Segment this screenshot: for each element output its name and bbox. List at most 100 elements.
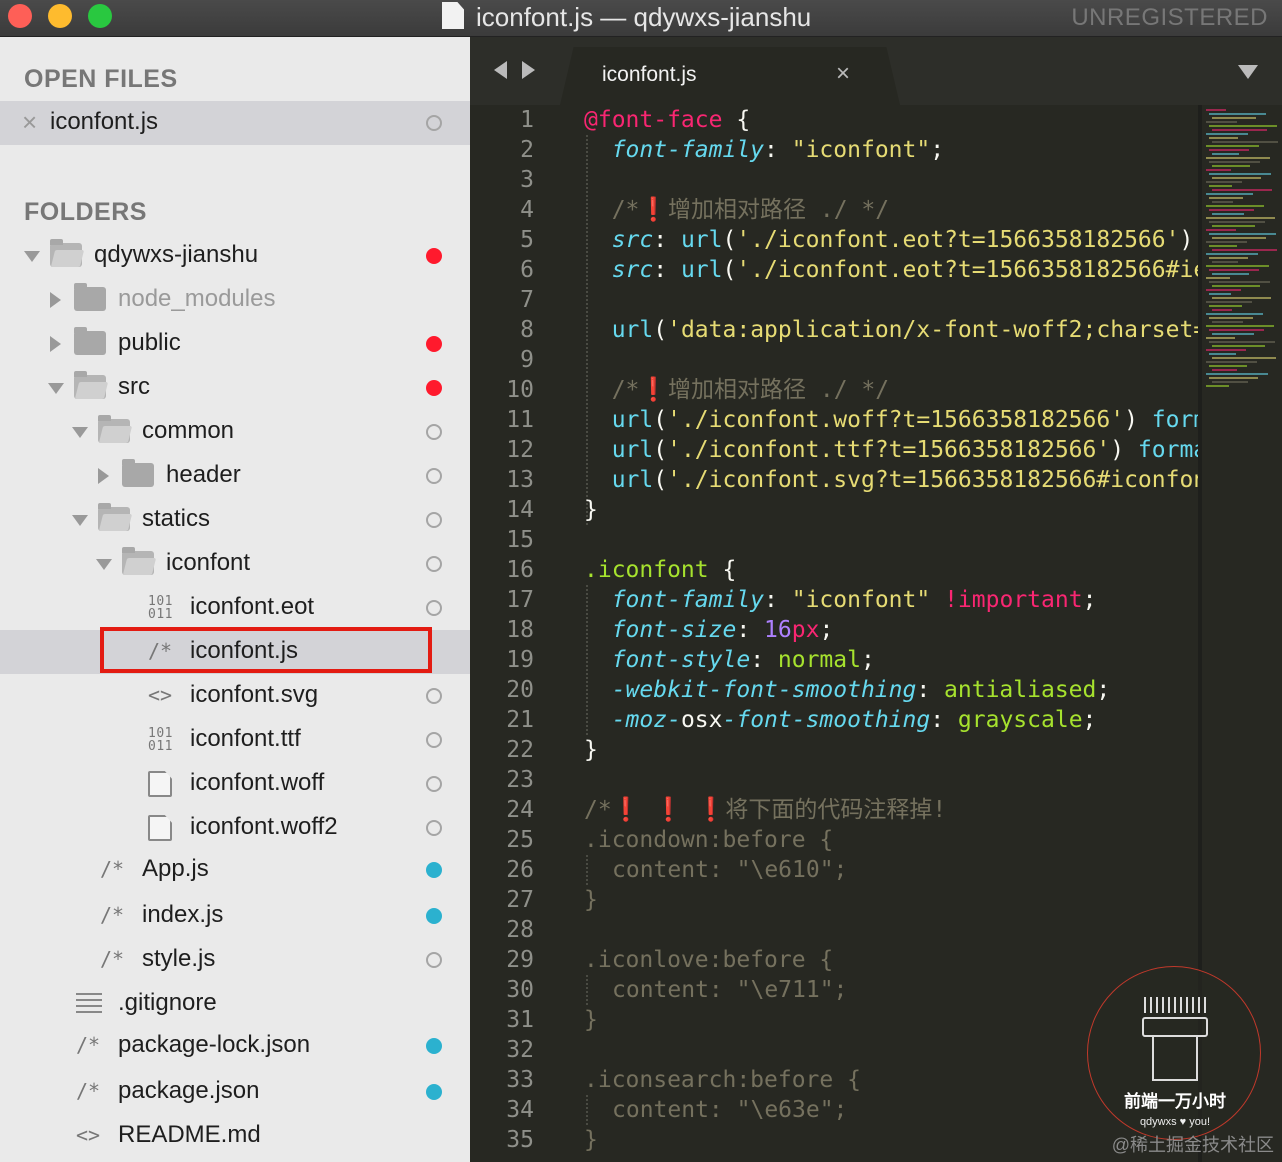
tree-item-app-js[interactable]: /* App.js <box>0 848 470 892</box>
line-number: 10 <box>506 377 534 403</box>
line-number: 34 <box>506 1097 534 1123</box>
status-dot-new <box>426 862 442 878</box>
minimap-line <box>1206 157 1270 159</box>
line-number: 4 <box>520 197 534 223</box>
tree-item-iconfont-folder[interactable]: iconfont <box>0 542 470 586</box>
tree-item-package-lock-json[interactable]: /* package-lock.json <box>0 1024 470 1068</box>
badge-body-graphic <box>1152 1037 1198 1081</box>
line-number: 26 <box>506 857 534 883</box>
tab-label: iconfont.js <box>602 63 697 86</box>
tree-item-header[interactable]: header <box>0 454 470 498</box>
minimap-line <box>1212 285 1260 287</box>
minimap-line <box>1206 277 1230 279</box>
tree-item-package-json[interactable]: /* package.json <box>0 1070 470 1114</box>
tree-item-iconfont-woff2[interactable]: iconfont.woff2 <box>0 806 470 850</box>
minimap-line <box>1212 177 1261 179</box>
code-line: @font-face { <box>584 107 751 133</box>
close-icon[interactable]: × <box>22 105 37 139</box>
chevron-down-icon[interactable] <box>72 427 88 438</box>
minimap-line <box>1212 309 1232 311</box>
tree-item-src[interactable]: src <box>0 366 470 410</box>
tree-item-readme-md[interactable]: <> README.md <box>0 1114 470 1158</box>
chevron-down-icon[interactable] <box>24 251 40 262</box>
minimap-line <box>1209 293 1231 295</box>
code-line: font-family: "iconfont"; <box>611 137 945 163</box>
tree-item-public[interactable]: public <box>0 322 470 366</box>
status-dot <box>426 512 442 528</box>
tree-item-gitignore[interactable]: .gitignore <box>0 982 470 1026</box>
minimap-line <box>1212 201 1233 203</box>
window-minimize-button[interactable] <box>48 4 72 28</box>
watermark-badge-logo: 前端一万小时 qdywxs ♥ you! <box>1087 966 1261 1140</box>
minimap-line <box>1209 377 1258 379</box>
status-dot <box>426 952 442 968</box>
js-file-icon: /* <box>100 857 125 881</box>
open-file-item[interactable]: × iconfont.js <box>0 101 470 145</box>
code-line: .iconfont { <box>584 557 737 583</box>
tab-iconfont-js[interactable]: iconfont.js × <box>560 47 900 105</box>
minimap-line <box>1212 333 1254 335</box>
indent-guide <box>586 975 588 1005</box>
status-dot-modified <box>426 336 442 352</box>
tree-item-iconfont-ttf[interactable]: 101 011 iconfont.ttf <box>0 718 470 762</box>
chevron-down-icon[interactable] <box>72 515 88 526</box>
window-close-button[interactable] <box>8 4 32 28</box>
markup-file-icon: <> <box>148 683 173 707</box>
code-line: } <box>584 1127 598 1153</box>
tab-close-icon[interactable]: × <box>836 59 850 89</box>
tree-item-label: common <box>142 417 235 444</box>
chevron-down-icon[interactable] <box>96 559 112 570</box>
chevron-right-icon[interactable] <box>98 468 109 484</box>
tree-item-node-modules[interactable]: node_modules <box>0 278 470 322</box>
text-file-icon <box>76 993 102 1015</box>
tab-next-icon[interactable] <box>522 61 535 79</box>
chevron-right-icon[interactable] <box>50 292 61 308</box>
tree-item-label: iconfont <box>166 549 251 576</box>
folders-header: FOLDERS <box>24 198 147 226</box>
status-dot-modified <box>426 380 442 396</box>
minimap-line <box>1209 365 1247 367</box>
minimap-line <box>1206 337 1235 339</box>
line-number: 7 <box>520 287 534 313</box>
folder-open-icon <box>98 503 130 531</box>
minimap-line <box>1209 353 1236 355</box>
tree-item-qdywxs-jianshu[interactable]: qdywxs-jianshu <box>0 234 470 278</box>
tree-item-index-js[interactable]: /* index.js <box>0 894 470 938</box>
line-number: 30 <box>506 977 534 1003</box>
tree-item-common[interactable]: common <box>0 410 470 454</box>
line-number: 3 <box>520 167 534 193</box>
unregistered-label: UNREGISTERED <box>1071 4 1268 31</box>
line-number: 16 <box>506 557 534 583</box>
minimap-line <box>1206 205 1264 207</box>
minimap-line <box>1212 321 1243 323</box>
tree-item-iconfont-svg[interactable]: <> iconfont.svg <box>0 674 470 718</box>
status-dot <box>426 820 442 836</box>
minimap-line <box>1212 165 1250 167</box>
chevron-down-icon[interactable] <box>48 383 64 394</box>
code-line: font-family: "iconfont" !important; <box>611 587 1097 613</box>
minimap-line <box>1206 121 1237 123</box>
line-number: 24 <box>506 797 534 823</box>
tree-item-iconfont-eot[interactable]: 101 011 iconfont.eot <box>0 586 470 630</box>
line-number: 25 <box>506 827 534 853</box>
badge-subtitle: qdywxs ♥ you! <box>1139 1116 1211 1128</box>
tree-item-iconfont-woff[interactable]: iconfont.woff <box>0 762 470 806</box>
window-maximize-button[interactable] <box>88 4 112 28</box>
tab-prev-icon[interactable] <box>494 61 507 79</box>
minimap-line <box>1206 313 1263 315</box>
status-dot <box>426 468 442 484</box>
tree-item-label: README.md <box>118 1121 261 1148</box>
tree-item-statics[interactable]: statics <box>0 498 470 542</box>
minimap-line <box>1206 349 1246 351</box>
binary-file-icon: 101 011 <box>148 594 173 622</box>
open-files-header: OPEN FILES <box>24 65 178 93</box>
chevron-right-icon[interactable] <box>50 336 61 352</box>
code-line: .iconsearch:before { <box>584 1067 861 1093</box>
minimap-line <box>1209 281 1270 283</box>
minimap-line <box>1206 361 1257 363</box>
sidebar: OPEN FILES × iconfont.js FOLDERS qdywxs-… <box>0 37 470 1162</box>
line-number: 6 <box>520 257 534 283</box>
tab-menu-icon[interactable] <box>1238 65 1258 79</box>
tree-item-style-js[interactable]: /* style.js <box>0 938 470 982</box>
status-dot <box>426 115 442 131</box>
